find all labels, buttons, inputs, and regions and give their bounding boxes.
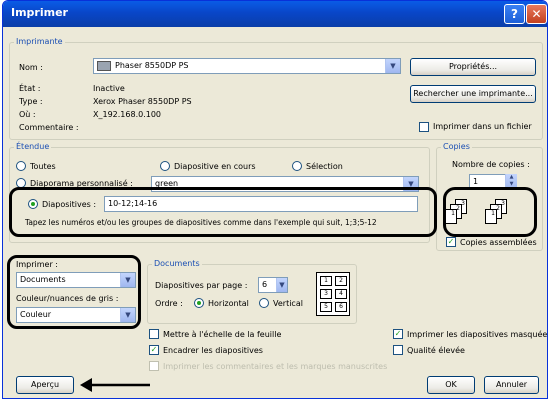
range-current-radio[interactable] (160, 161, 170, 171)
printer-name-select[interactable]: Phaser 8550DP PS ▼ (93, 58, 401, 74)
print-to-file-label: Imprimer dans un fichier (433, 122, 532, 131)
highlight-box (7, 255, 141, 329)
scale-to-fit-label: Mettre à l'échelle de la feuille (163, 330, 282, 339)
hidden-slides-label: Imprimer les diapositives masquées (407, 330, 548, 339)
print-comments-label: Imprimer les commentaires et les marques… (163, 362, 388, 371)
per-page-select[interactable]: 6 ▼ (258, 277, 288, 293)
order-label: Ordre : (155, 299, 183, 308)
scale-to-fit-checkbox[interactable] (149, 329, 159, 339)
handout-cell: 6 (335, 302, 347, 312)
handout-cell: 1 (320, 276, 332, 286)
printer-icon (97, 60, 111, 71)
frame-slides-checkbox[interactable]: ✓ (149, 345, 159, 355)
status-label: État : (19, 84, 41, 93)
title-bar: Imprimer (3, 1, 547, 27)
dialog-title: Imprimer (11, 6, 68, 19)
range-section-title: Étendue (14, 142, 52, 151)
print-dialog: Imprimer ? ✕ Imprimante Nom : Phaser 855… (2, 0, 548, 399)
range-all-label: Toutes (30, 162, 56, 171)
handout-cell: 4 (335, 289, 347, 299)
where-label: Où : (19, 110, 36, 119)
handout-preview: 1 2 3 4 5 6 (316, 272, 350, 316)
arrow-left-icon (80, 378, 150, 392)
chevron-down-icon[interactable]: ▼ (385, 59, 400, 73)
properties-button[interactable]: Propriétés... (410, 58, 536, 76)
hidden-slides-checkbox[interactable]: ✓ (393, 329, 403, 339)
preview-button[interactable]: Aperçu (16, 376, 74, 394)
print-comments-checkbox[interactable] (149, 361, 159, 371)
type-value: Xerox Phaser 8550DP PS (93, 97, 192, 106)
printer-section-title: Imprimante (14, 37, 65, 46)
range-current-label: Diapositive en cours (174, 162, 256, 171)
documents-section-title: Documents (152, 259, 202, 268)
range-selection-label: Sélection (306, 162, 343, 171)
help-icon[interactable]: ? (504, 4, 525, 24)
high-quality-label: Qualité élevée (407, 346, 465, 355)
order-vertical-radio[interactable] (259, 298, 269, 308)
printer-name-value: Phaser 8550DP PS (115, 61, 189, 70)
per-page-label: Diapositives par page : (155, 281, 248, 290)
comment-label: Commentaire : (19, 123, 79, 132)
copies-count-label: Nombre de copies : (452, 160, 530, 169)
order-horizontal-label: Horizontal (208, 299, 249, 308)
order-horizontal-radio[interactable] (194, 298, 204, 308)
per-page-value: 6 (262, 280, 268, 289)
chevron-down-icon[interactable]: ▼ (276, 278, 287, 292)
copies-section-title: Copies (441, 142, 472, 151)
type-label: Type : (19, 97, 43, 106)
handout-cell: 3 (320, 289, 332, 299)
handout-cell: 5 (320, 302, 332, 312)
cancel-button[interactable]: Annuler (484, 376, 539, 394)
collate-label: Copies assemblées (460, 238, 537, 247)
close-icon[interactable]: ✕ (526, 4, 547, 24)
print-to-file-checkbox[interactable] (419, 122, 429, 132)
high-quality-checkbox[interactable] (393, 345, 403, 355)
range-all-radio[interactable] (16, 161, 26, 171)
collate-checkbox[interactable]: ✓ (446, 237, 456, 247)
frame-slides-label: Encadrer les diapositives (163, 346, 263, 355)
ok-button[interactable]: OK (427, 376, 475, 394)
find-printer-button[interactable]: Rechercher une imprimante... (410, 85, 536, 103)
order-vertical-label: Vertical (273, 299, 303, 308)
printer-name-label: Nom : (19, 63, 43, 72)
range-selection-radio[interactable] (292, 161, 302, 171)
highlight-box (9, 187, 437, 237)
status-value: Inactive (93, 84, 125, 93)
where-value: X_192.168.0.100 (93, 110, 162, 119)
handout-cell: 2 (335, 276, 347, 286)
highlight-box (443, 187, 537, 237)
